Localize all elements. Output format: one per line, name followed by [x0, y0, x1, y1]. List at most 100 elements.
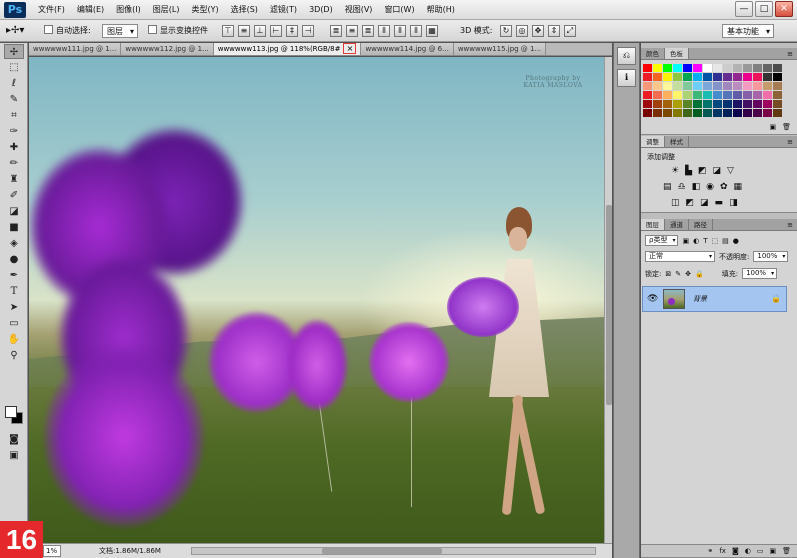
transform-controls-option[interactable]: 显示变换控件 — [148, 24, 208, 38]
color-swatch[interactable] — [643, 73, 652, 81]
color-swatch[interactable] — [653, 100, 662, 108]
color-swatch[interactable] — [733, 64, 742, 72]
color-swatch[interactable] — [733, 73, 742, 81]
tab-wwwwww114[interactable]: wwwwww114.jpg @ 6... — [361, 43, 454, 55]
color-swatch[interactable] — [693, 64, 702, 72]
color-swatch[interactable] — [753, 91, 762, 99]
color-swatch[interactable] — [773, 82, 782, 90]
align-vcenter-icon[interactable]: ≡ — [238, 25, 250, 37]
color-swatch[interactable] — [683, 64, 692, 72]
threshold-icon[interactable]: ◪ — [700, 198, 709, 208]
layer-filter-dropdown[interactable]: ρ类型 — [645, 235, 679, 246]
panel-menu-icon[interactable]: ≡ — [787, 136, 797, 147]
distribute-hcenter-icon[interactable]: ⦀ — [394, 25, 406, 37]
color-swatch[interactable] — [743, 91, 752, 99]
healing-brush-tool-icon[interactable]: ✚ — [4, 140, 24, 155]
invert-icon[interactable]: ◫ — [671, 198, 680, 208]
color-swatch[interactable] — [723, 100, 732, 108]
lock-transparent-icon[interactable]: ⊠ — [665, 270, 671, 278]
color-lookup-icon[interactable]: ▦ — [734, 182, 743, 192]
color-swatch[interactable] — [643, 91, 652, 99]
color-balance-icon[interactable]: ♎ — [678, 182, 686, 192]
tab-styles[interactable]: 样式 — [665, 136, 689, 147]
color-swatch[interactable] — [713, 100, 722, 108]
color-swatch[interactable] — [763, 100, 772, 108]
color-swatch[interactable] — [663, 64, 672, 72]
tab-swatches[interactable]: 色板 — [665, 48, 689, 59]
gradient-tool-icon[interactable]: ■ — [4, 220, 24, 235]
color-swatch[interactable] — [673, 82, 682, 90]
color-swatch[interactable] — [663, 82, 672, 90]
blur-tool-icon[interactable]: ◈ — [4, 236, 24, 251]
color-swatch[interactable] — [753, 82, 762, 90]
move-tool-preset-icon[interactable]: ▸✢▾ — [6, 24, 24, 38]
color-swatch[interactable] — [693, 73, 702, 81]
color-swatch[interactable] — [683, 73, 692, 81]
move-tool-icon[interactable]: ✢ — [4, 44, 24, 59]
auto-select-checkbox[interactable] — [44, 25, 53, 34]
screen-mode-icon[interactable]: ▣ — [4, 448, 24, 463]
layer-style-icon[interactable]: fx — [719, 545, 726, 557]
link-layers-icon[interactable]: ⚭ — [707, 545, 713, 557]
distribute-left-icon[interactable]: ⦀ — [378, 25, 390, 37]
color-swatch[interactable] — [773, 109, 782, 117]
color-swatch[interactable] — [733, 91, 742, 99]
auto-align-icon[interactable]: ▦ — [426, 25, 438, 37]
fill-field[interactable]: 100% — [742, 268, 778, 279]
menu-filter[interactable]: 滤镜(T) — [264, 0, 303, 20]
color-swatch[interactable] — [773, 91, 782, 99]
menu-edit[interactable]: 编辑(E) — [71, 0, 110, 20]
tab-wwwwww115[interactable]: wwwwww115.jpg @ 1... — [453, 43, 547, 55]
posterize-icon[interactable]: ◩ — [686, 198, 695, 208]
color-swatch[interactable] — [723, 82, 732, 90]
panel-menu-icon[interactable]: ≡ — [787, 219, 797, 230]
clone-stamp-tool-icon[interactable]: ♜ — [4, 172, 24, 187]
color-swatch[interactable] — [693, 91, 702, 99]
document-canvas[interactable]: Photography by KATIA MASLOVA — [29, 57, 604, 543]
filter-adjust-icon[interactable]: ◐ — [693, 237, 699, 245]
color-swatch[interactable] — [693, 100, 702, 108]
hand-tool-icon[interactable]: ✋ — [4, 332, 24, 347]
color-swatch[interactable] — [703, 73, 712, 81]
color-swatch[interactable] — [743, 64, 752, 72]
panel-menu-icon[interactable]: ≡ — [787, 48, 797, 59]
color-swatch[interactable] — [653, 73, 662, 81]
color-swatch[interactable] — [743, 73, 752, 81]
auto-select-option[interactable]: 自动选择: — [44, 24, 91, 38]
filter-shape-icon[interactable]: ⬚ — [711, 237, 718, 245]
tab-wwwwww112[interactable]: wwwwww112.jpg @ 1... — [121, 43, 214, 55]
3d-drag-icon[interactable]: ✥ — [532, 25, 544, 37]
new-layer-icon[interactable]: ▣ — [769, 545, 776, 557]
color-swatch[interactable] — [723, 109, 732, 117]
zoom-level-field[interactable]: 1% — [43, 545, 61, 557]
tab-adjustments[interactable]: 调整 — [641, 136, 665, 147]
color-swatch[interactable] — [773, 64, 782, 72]
color-swatch[interactable] — [703, 82, 712, 90]
vertical-scroll-thumb[interactable] — [606, 205, 612, 405]
restore-button[interactable]: □ — [755, 1, 773, 17]
gradient-map-icon[interactable]: ▬ — [715, 198, 724, 208]
color-swatch[interactable] — [713, 91, 722, 99]
distribute-right-icon[interactable]: ⦀ — [410, 25, 422, 37]
color-swatch[interactable] — [673, 109, 682, 117]
color-swatch[interactable] — [643, 64, 652, 72]
tab-wwwwww111[interactable]: wwwwww111.jpg @ 1... — [29, 43, 122, 55]
color-swatch[interactable] — [683, 91, 692, 99]
color-swatch[interactable] — [713, 73, 722, 81]
color-swatch[interactable] — [713, 109, 722, 117]
visibility-eye-icon[interactable]: 👁 — [647, 294, 658, 304]
color-swatch[interactable] — [713, 64, 722, 72]
auto-select-dropdown[interactable]: 图层 — [102, 24, 138, 39]
color-swatch[interactable] — [753, 100, 762, 108]
vibrance-icon[interactable]: ▽ — [727, 166, 734, 176]
layer-name[interactable]: 背景 — [693, 294, 707, 304]
color-swatch[interactable] — [663, 73, 672, 81]
align-bottom-icon[interactable]: ⊥ — [254, 25, 266, 37]
black-white-icon[interactable]: ◧ — [692, 182, 701, 192]
align-right-icon[interactable]: ⊣ — [302, 25, 314, 37]
color-swatch[interactable] — [723, 64, 732, 72]
distribute-bottom-icon[interactable]: ≣ — [362, 25, 374, 37]
curves-icon[interactable]: ◩ — [698, 166, 707, 176]
quick-mask-icon[interactable]: ◙ — [4, 432, 24, 447]
canvas-vertical-scrollbar[interactable] — [604, 57, 612, 543]
